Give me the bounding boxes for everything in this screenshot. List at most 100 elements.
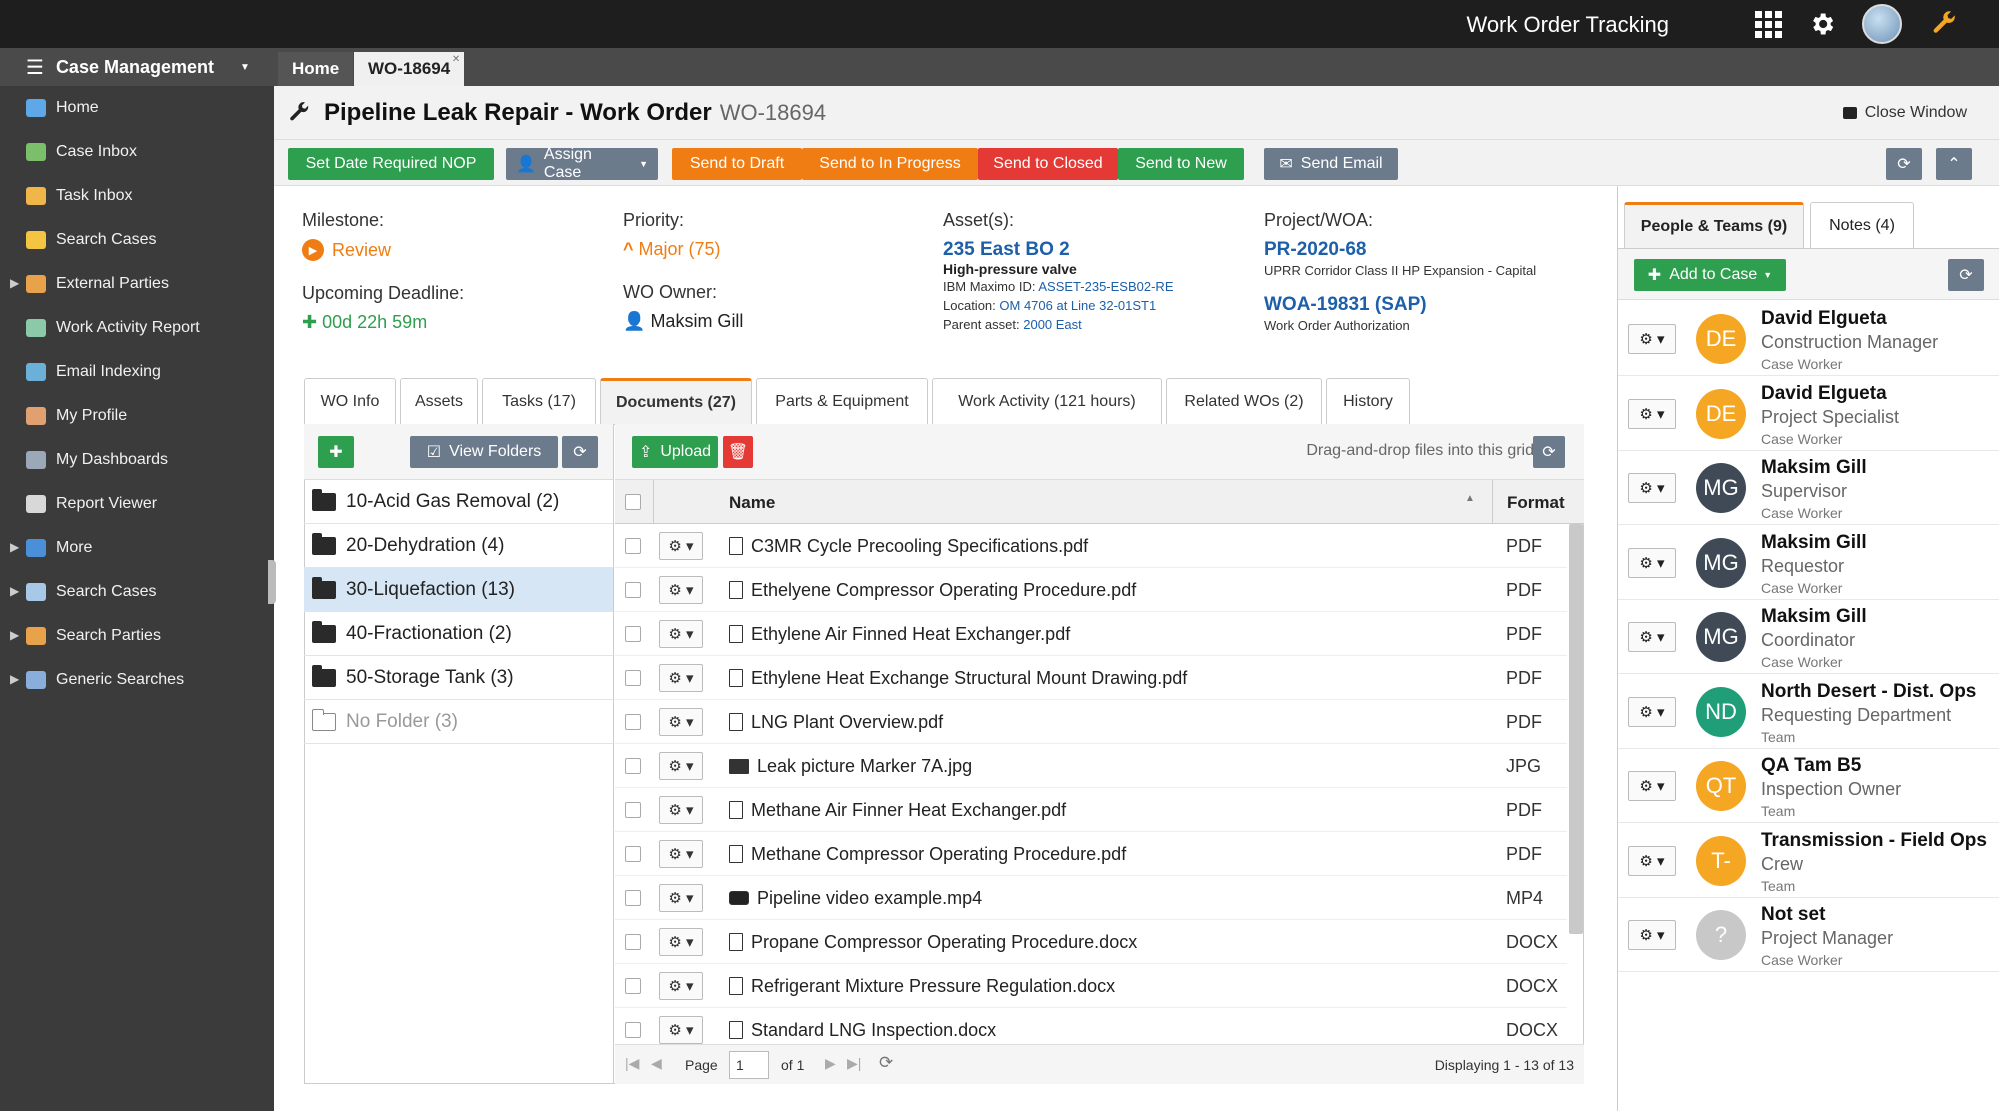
person-name[interactable]: Maksim Gill	[1761, 457, 1867, 479]
close-window-button[interactable]: Close Window	[1842, 104, 1967, 122]
row-checkbox[interactable]	[625, 846, 641, 862]
column-header-format[interactable]: Format	[1492, 480, 1584, 524]
person-actions-gear-icon[interactable]: ⚙ ▾	[1628, 324, 1676, 354]
chevron-right-icon[interactable]: ▶	[10, 628, 19, 642]
tab-wo-info[interactable]: WO Info	[304, 378, 396, 424]
asset-maximo-link[interactable]: ASSET-235-ESB02-RE	[1038, 279, 1173, 294]
sidebar-header[interactable]: ☰ Case Management ▼	[0, 48, 274, 86]
person-name[interactable]: Transmission - Field Ops	[1761, 830, 1987, 852]
row-checkbox[interactable]	[625, 890, 641, 906]
row-checkbox[interactable]	[625, 582, 641, 598]
person-name[interactable]: Maksim Gill	[1761, 606, 1867, 628]
row-checkbox[interactable]	[625, 802, 641, 818]
document-name[interactable]: Ethelyene Compressor Operating Procedure…	[751, 580, 1136, 601]
row-actions-gear-icon[interactable]: ⚙ ▾	[659, 972, 703, 1000]
apps-grid-icon[interactable]	[1752, 8, 1784, 40]
asset-link[interactable]: 235 East BO 2	[943, 239, 1174, 261]
person-actions-gear-icon[interactable]: ⚙ ▾	[1628, 920, 1676, 950]
row-checkbox[interactable]	[625, 714, 641, 730]
table-row[interactable]: ⚙ ▾ LNG Plant Overview.pdf PDF	[615, 700, 1567, 744]
sidebar-item-email-indexing[interactable]: Email Indexing	[0, 350, 274, 394]
sidebar-item-my-profile[interactable]: My Profile	[0, 394, 274, 438]
collapse-up-button[interactable]: ⌃	[1936, 148, 1972, 180]
send-to-draft-button[interactable]: Send to Draft	[672, 148, 802, 180]
person-actions-gear-icon[interactable]: ⚙ ▾	[1628, 696, 1676, 727]
tab-related-wos-2[interactable]: Related WOs (2)	[1166, 378, 1322, 424]
folder-item[interactable]: 40-Fractionation (2)	[304, 612, 613, 656]
document-name[interactable]: Refrigerant Mixture Pressure Regulation.…	[751, 976, 1115, 997]
chevron-right-icon[interactable]: ▶	[10, 276, 19, 290]
folder-item[interactable]: 50-Storage Tank (3)	[304, 656, 613, 700]
assign-case-button[interactable]: 👤 Assign Case ▼	[506, 146, 658, 181]
sidebar-item-search-parties[interactable]: ▶ Search Parties	[0, 614, 274, 658]
document-name[interactable]: Methane Compressor Operating Procedure.p…	[751, 844, 1126, 865]
row-actions-gear-icon[interactable]: ⚙ ▾	[659, 1016, 703, 1044]
send-to-in-progress-button[interactable]: Send to In Progress	[802, 148, 978, 180]
project-link[interactable]: PR-2020-68	[1264, 239, 1536, 261]
document-name[interactable]: C3MR Cycle Precooling Specifications.pdf	[751, 536, 1088, 557]
sidebar-item-task-inbox[interactable]: Task Inbox	[0, 174, 274, 218]
refresh-icon[interactable]: ⟳	[879, 1053, 893, 1073]
person-name[interactable]: Not set	[1761, 904, 1825, 926]
row-actions-gear-icon[interactable]: ⚙ ▾	[659, 884, 703, 912]
refresh-people-button[interactable]: ⟳	[1948, 259, 1984, 291]
row-actions-gear-icon[interactable]: ⚙ ▾	[659, 576, 703, 604]
table-row[interactable]: ⚙ ▾ Ethylene Air Finned Heat Exchanger.pd…	[615, 612, 1567, 656]
row-actions-gear-icon[interactable]: ⚙ ▾	[659, 664, 703, 692]
row-actions-gear-icon[interactable]: ⚙ ▾	[659, 840, 703, 868]
table-row[interactable]: ⚙ ▾ Leak picture Marker 7A.jpg JPG	[615, 744, 1567, 788]
tab-work-order[interactable]: WO-18694 ✕	[354, 52, 465, 86]
document-name[interactable]: Methane Air Finner Heat Exchanger.pdf	[751, 800, 1066, 821]
select-all-checkbox[interactable]	[625, 494, 641, 510]
table-row[interactable]: ⚙ ▾ Ethylene Heat Exchange Structural Mou…	[615, 656, 1567, 700]
sidebar-item-generic-searches[interactable]: ▶ Generic Searches	[0, 658, 274, 702]
sidebar-collapse-handle[interactable]	[268, 560, 276, 604]
row-actions-gear-icon[interactable]: ⚙ ▾	[659, 752, 703, 780]
tab-work-activity-121-hours[interactable]: Work Activity (121 hours)	[932, 378, 1162, 424]
send-email-button[interactable]: ✉ Send Email	[1264, 148, 1398, 180]
row-checkbox[interactable]	[625, 934, 641, 950]
table-row[interactable]: ⚙ ▾ Ethelyene Compressor Operating Proced…	[615, 568, 1567, 612]
refresh-folders-button[interactable]: ⟳	[562, 436, 598, 468]
tab-documents-27[interactable]: Documents (27)	[600, 378, 752, 424]
table-row[interactable]: ⚙ ▾ Methane Compressor Operating Procedur…	[615, 832, 1567, 876]
asset-location-link[interactable]: OM 4706 at Line 32-01ST1	[999, 298, 1156, 313]
document-name[interactable]: Ethylene Air Finned Heat Exchanger.pdf	[751, 624, 1070, 645]
row-actions-gear-icon[interactable]: ⚙ ▾	[659, 532, 703, 560]
tab-assets[interactable]: Assets	[400, 378, 478, 424]
sidebar-item-external-parties[interactable]: ▶ External Parties	[0, 262, 274, 306]
woa-link[interactable]: WOA-19831 (SAP)	[1264, 294, 1536, 316]
refresh-documents-button[interactable]: ⟳	[1533, 436, 1565, 468]
row-checkbox[interactable]	[625, 538, 641, 554]
folder-item[interactable]: 10-Acid Gas Removal (2)	[304, 480, 613, 524]
sidebar-item-home[interactable]: Home	[0, 86, 274, 130]
prev-page-icon[interactable]: ◀	[651, 1055, 662, 1072]
document-name[interactable]: Ethylene Heat Exchange Structural Mount …	[751, 668, 1187, 689]
row-actions-gear-icon[interactable]: ⚙ ▾	[659, 796, 703, 824]
user-avatar[interactable]	[1862, 4, 1902, 44]
close-tab-icon[interactable]: ✕	[452, 54, 460, 65]
row-actions-gear-icon[interactable]: ⚙ ▾	[659, 620, 703, 648]
person-name[interactable]: Maksim Gill	[1761, 532, 1867, 554]
grid-scrollbar[interactable]	[1569, 524, 1583, 934]
last-page-icon[interactable]: ▶|	[847, 1055, 861, 1072]
person-name[interactable]: North Desert - Dist. Ops	[1761, 681, 1976, 703]
column-header-name[interactable]: Name	[729, 493, 775, 513]
add-to-case-button[interactable]: ✚ Add to Case ▼	[1634, 259, 1786, 291]
asset-parent-link[interactable]: 2000 East	[1023, 317, 1082, 332]
person-actions-gear-icon[interactable]: ⚙ ▾	[1628, 622, 1676, 652]
table-row[interactable]: ⚙ ▾ Refrigerant Mixture Pressure Regulati…	[615, 964, 1567, 1008]
send-to-new-button[interactable]: Send to New	[1118, 148, 1244, 180]
chevron-right-icon[interactable]: ▶	[10, 584, 19, 598]
row-checkbox[interactable]	[625, 1022, 641, 1038]
tab-notes[interactable]: Notes (4)	[1810, 202, 1914, 248]
tab-home[interactable]: Home	[278, 52, 354, 86]
first-page-icon[interactable]: |◀	[625, 1055, 639, 1072]
person-name[interactable]: QA Tam B5	[1761, 755, 1861, 777]
person-actions-gear-icon[interactable]: ⚙ ▾	[1628, 473, 1676, 503]
table-row[interactable]: ⚙ ▾ Pipeline video example.mp4 MP4	[615, 876, 1567, 920]
person-actions-gear-icon[interactable]: ⚙ ▾	[1628, 398, 1676, 429]
row-checkbox[interactable]	[625, 978, 641, 994]
sidebar-item-more[interactable]: ▶ More	[0, 526, 274, 570]
document-name[interactable]: Propane Compressor Operating Procedure.d…	[751, 932, 1137, 953]
